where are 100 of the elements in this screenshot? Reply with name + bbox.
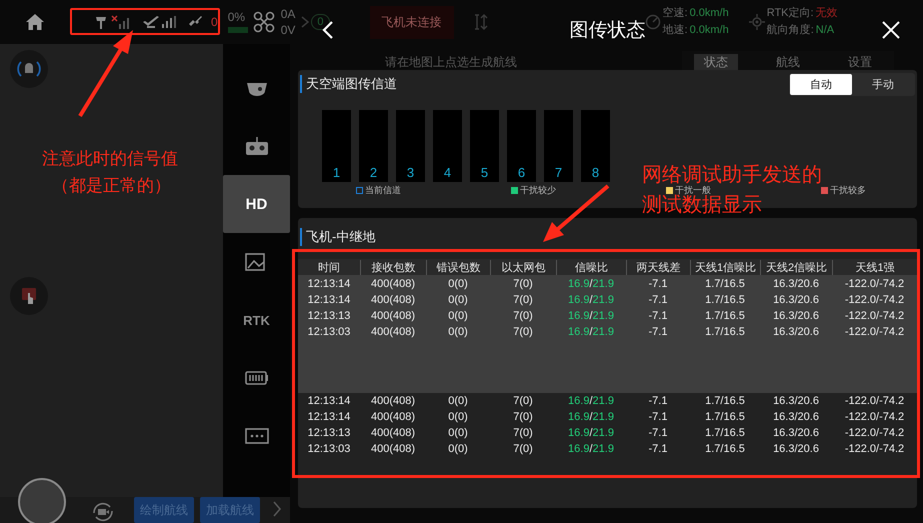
table-cell-text: 0(0) (447, 427, 469, 439)
tab[interactable]: 航线 (766, 54, 810, 70)
mode-option[interactable]: 手动 (852, 74, 914, 94)
table-cell-text: 12:13:13 (306, 427, 352, 439)
tap-hand-icon[interactable] (10, 277, 48, 315)
connection-status: 飞机未连接 (370, 6, 454, 38)
table-cell-text: 16.9/21.9 (567, 411, 615, 423)
annotation-text: （都是正常的） (51, 175, 172, 197)
table-cell-text: 16.9/21.9 (567, 427, 615, 439)
map-hint: 请在地图上点选生成航线 (385, 54, 517, 70)
close-icon[interactable] (881, 20, 901, 40)
crosshair-icon (748, 14, 765, 30)
annotation-text: 测试数据显示 (642, 194, 763, 216)
column-header: 时间 (317, 260, 341, 274)
table-cell-text: 0(0) (447, 278, 469, 290)
panel-title: 图传状态 (570, 19, 646, 43)
table-cell-text: -7.1 (648, 411, 668, 423)
annotation-text: 网络调试助手发送的 (642, 164, 822, 186)
table-cell-text: -122.0/-74.2 (844, 443, 906, 455)
table-cell-text: 16.3/20.6 (772, 443, 820, 455)
telemetry-value: 0.0km/h (690, 7, 729, 20)
table-cell-text: -122.0/-74.2 (844, 310, 906, 322)
table-cell-text: 12:13:13 (306, 310, 352, 322)
battery-bar-icon (228, 27, 248, 33)
bell-icon[interactable] (10, 50, 48, 88)
channel-bar[interactable]: 2 (359, 110, 388, 182)
table-cell-text: -122.0/-74.2 (844, 395, 906, 407)
tab[interactable]: 设置 (838, 54, 882, 70)
table-cell-text: 12:13:14 (306, 278, 352, 290)
table-cell-text: 16.9/21.9 (567, 310, 615, 322)
channel-number: 3 (406, 165, 414, 182)
table-cell-text: 1.7/16.5 (704, 395, 746, 407)
table-cell-text: 0(0) (447, 395, 469, 407)
table-cell-text: 7(0) (512, 310, 534, 322)
table-cell-text: 7(0) (512, 294, 534, 306)
more-icon[interactable] (244, 427, 268, 445)
table-cell-text: 0(0) (447, 294, 469, 306)
channel-bar[interactable]: 4 (433, 110, 462, 182)
table-cell-text: -122.0/-74.2 (844, 427, 906, 439)
drone-icon (252, 11, 275, 33)
tab[interactable]: 状态 (694, 54, 738, 70)
table-cell-text: -7.1 (648, 294, 668, 306)
chevron-right-icon (301, 16, 310, 28)
table-cell-text: 16.9/21.9 (567, 443, 615, 455)
table-cell-text: -122.0/-74.2 (844, 294, 906, 306)
table-cell-text: 400(408) (370, 310, 416, 322)
table-cell-text: -7.1 (648, 427, 668, 439)
annotation-text: 注意此时的信号值 (42, 148, 178, 170)
section-title: 飞机-中继地 (300, 228, 376, 246)
voltage-reading: 0V (280, 24, 296, 36)
section-title: 天空端图传信道 (300, 75, 397, 93)
battery-icon[interactable] (244, 369, 268, 387)
table-cell-text: 0(0) (447, 310, 469, 322)
camera-switch-icon[interactable] (90, 501, 116, 523)
table-cell-text: 12:13:14 (306, 411, 352, 423)
table-cell-text: 16.9/21.9 (567, 326, 615, 338)
current-reading: 0A (280, 8, 296, 20)
table-cell-text: -122.0/-74.2 (844, 326, 906, 338)
table-cell-text: 12:13:03 (306, 326, 352, 338)
table-cell-text: -122.0/-74.2 (844, 411, 906, 423)
no-signal-icon (111, 15, 131, 29)
table-cell-text: 400(408) (370, 294, 416, 306)
table-cell-text: -122.0/-74.2 (844, 278, 906, 290)
table-cell-text: 7(0) (512, 326, 534, 338)
table-cell-text: 16.9/21.9 (567, 294, 615, 306)
table-cell-text: 1.7/16.5 (704, 310, 746, 322)
channel-number: 1 (332, 165, 340, 182)
channel-bar[interactable]: 5 (470, 110, 499, 182)
table-cell-text: 16.3/20.6 (772, 411, 820, 423)
back-icon[interactable] (322, 20, 334, 40)
table-cell-text: 1.7/16.5 (704, 326, 746, 338)
table-cell-text: 1.7/16.5 (704, 294, 746, 306)
channel-number: 5 (480, 165, 488, 182)
sidebar-tab[interactable]: HD (246, 196, 268, 212)
table-cell-text: 16.9/21.9 (567, 395, 615, 407)
plane-icon (143, 16, 159, 28)
sidebar-tab[interactable]: RTK (243, 312, 270, 328)
home-icon[interactable] (25, 13, 45, 31)
table-cell-text: 400(408) (370, 443, 416, 455)
table-cell-text: 7(0) (512, 395, 534, 407)
mode-option[interactable]: 自动 (790, 74, 852, 94)
table-cell-text: 0(0) (447, 411, 469, 423)
table-cell-text: -7.1 (648, 278, 668, 290)
table-cell-text: 400(408) (370, 395, 416, 407)
table-cell-text: 400(408) (370, 278, 416, 290)
table-cell-text: 0(0) (447, 326, 469, 338)
table-cell-text: 16.3/20.6 (772, 326, 820, 338)
table-cell-text: 1.7/16.5 (704, 411, 746, 423)
channel-bar[interactable]: 7 (544, 110, 573, 182)
channel-bar[interactable]: 6 (507, 110, 536, 182)
channel-bar[interactable]: 3 (396, 110, 425, 182)
table-cell-text: 7(0) (512, 427, 534, 439)
table-cell-text: 7(0) (512, 411, 534, 423)
table-cell-text: 16.3/20.6 (772, 427, 820, 439)
speedometer-icon (644, 14, 660, 30)
channel-bar[interactable]: 8 (581, 110, 610, 182)
remote-controller-icon[interactable] (244, 137, 268, 155)
channel-bar[interactable]: 1 (322, 110, 351, 182)
telemetry-label: 空速: (662, 7, 688, 20)
telemetry-label: 地速: (662, 24, 688, 37)
